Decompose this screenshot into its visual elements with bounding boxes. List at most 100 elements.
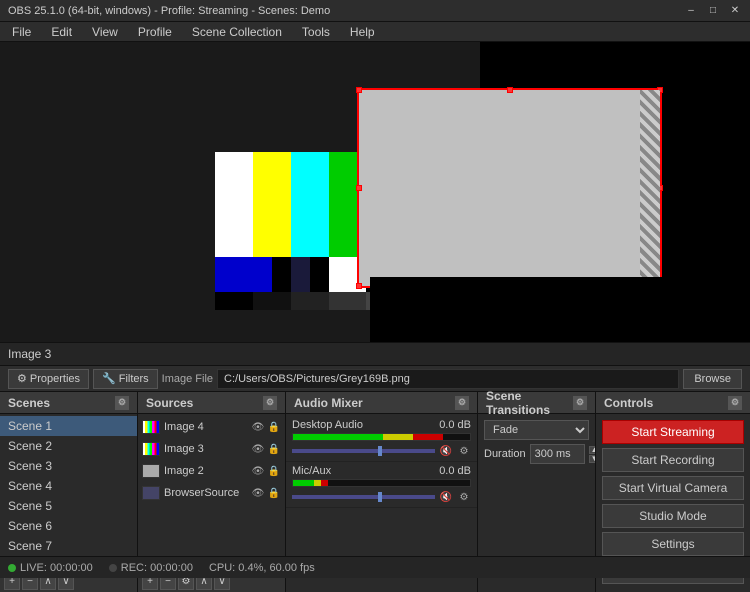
scene-item-3[interactable]: Scene 3 <box>0 456 137 476</box>
control-studio-mode[interactable]: Studio Mode <box>602 504 744 528</box>
image-file-label: Image File <box>162 373 213 385</box>
properties-button[interactable]: ⚙ Properties <box>8 369 89 389</box>
filters-button[interactable]: 🔧 Filters <box>93 369 158 389</box>
mic-settings-button[interactable]: ⚙ <box>457 490 471 504</box>
scenes-config-icon[interactable]: ⚙ <box>115 396 129 410</box>
browse-button[interactable]: Browse <box>683 369 742 389</box>
mic-slider-thumb <box>378 492 382 502</box>
rec-status: REC: 00:00:00 <box>109 562 193 574</box>
rec-timer: REC: 00:00:00 <box>121 562 193 574</box>
control-start-recording[interactable]: Start Recording <box>602 448 744 472</box>
bottom-bar-1 <box>215 257 272 292</box>
source-item-1[interactable]: Image 4👁🔒 <box>138 416 285 438</box>
title-bar: OBS 25.1.0 (64-bit, windows) - Profile: … <box>0 0 750 22</box>
desktop-slider-thumb <box>378 446 382 456</box>
menu-help[interactable]: Help <box>342 22 383 42</box>
menu-view[interactable]: View <box>84 22 126 42</box>
desktop-settings-button[interactable]: ⚙ <box>457 444 471 458</box>
sources-panel-header: Sources ⚙ <box>138 392 285 414</box>
preview-area <box>0 42 750 342</box>
bottom-bar-3 <box>291 257 310 292</box>
desktop-audio-fill <box>293 434 443 440</box>
transition-type-select[interactable]: Fade Cut Swipe Slide <box>484 420 589 440</box>
source-visibility-2[interactable]: 👁 <box>251 442 265 456</box>
duration-row: Duration ▲ ▼ <box>484 444 589 464</box>
handle-tr[interactable] <box>657 87 663 93</box>
mic-volume-slider[interactable] <box>292 495 435 499</box>
source-lock-1[interactable]: 🔒 <box>267 420 281 434</box>
handle-tl[interactable] <box>356 87 362 93</box>
source-thumb-4 <box>142 486 160 500</box>
cpu-status: CPU: 0.4%, 60.00 fps <box>209 562 315 574</box>
rec-indicator <box>109 564 117 572</box>
controls-config-icon[interactable]: ⚙ <box>728 396 742 410</box>
source-lock-3[interactable]: 🔒 <box>267 464 281 478</box>
source-item-4[interactable]: BrowserSource👁🔒 <box>138 482 285 504</box>
audio-track-desktop: Desktop Audio 0.0 dB 🔇 ⚙ <box>286 416 477 462</box>
scene-item-7[interactable]: Scene 7 <box>0 536 137 556</box>
handle-mr[interactable] <box>657 185 663 191</box>
preview-black-area <box>370 277 750 342</box>
source-name-3: Image 2 <box>164 465 204 477</box>
desktop-mute-button[interactable]: 🔇 <box>439 444 453 458</box>
cpu-label: CPU: 0.4%, 60.00 fps <box>209 562 315 574</box>
duration-down-button[interactable]: ▼ <box>589 455 595 463</box>
mic-audio-label: Mic/Aux <box>292 465 331 477</box>
source-lock-4[interactable]: 🔒 <box>267 486 281 500</box>
mic-audio-db: 0.0 dB <box>439 465 471 477</box>
maximize-button[interactable]: □ <box>706 4 720 18</box>
window-controls: – □ ✕ <box>684 4 742 18</box>
duration-spinners: ▲ ▼ <box>589 446 595 463</box>
scene-item-1[interactable]: Scene 1 <box>0 416 137 436</box>
handle-bl[interactable] <box>356 283 362 289</box>
transitions-panel-header: Scene Transitions ⚙ <box>478 392 595 414</box>
bottom-bar-2 <box>272 257 291 292</box>
menu-edit[interactable]: Edit <box>43 22 80 42</box>
bar-white <box>215 152 253 257</box>
handle-tc[interactable] <box>507 87 513 93</box>
desktop-audio-meter <box>292 433 471 441</box>
mic-audio-fill <box>293 480 328 486</box>
source-thumb-3 <box>142 464 160 478</box>
live-timer: LIVE: 00:00:00 <box>20 562 93 574</box>
grey-image-overlay <box>357 88 662 288</box>
desktop-audio-db: 0.0 dB <box>439 419 471 431</box>
audio-config-icon[interactable]: ⚙ <box>455 396 469 410</box>
live-indicator <box>8 564 16 572</box>
control-start-virtual-camera[interactable]: Start Virtual Camera <box>602 476 744 500</box>
source-visibility-3[interactable]: 👁 <box>251 464 265 478</box>
transitions-label: Scene Transitions <box>486 389 573 417</box>
bottom-bar-4 <box>310 257 329 292</box>
desktop-volume-slider[interactable] <box>292 449 435 453</box>
menu-tools[interactable]: Tools <box>294 22 338 42</box>
window-title: OBS 25.1.0 (64-bit, windows) - Profile: … <box>8 5 684 17</box>
source-lock-2[interactable]: 🔒 <box>267 442 281 456</box>
source-visibility-1[interactable]: 👁 <box>251 420 265 434</box>
scene-item-4[interactable]: Scene 4 <box>0 476 137 496</box>
duration-up-button[interactable]: ▲ <box>589 446 595 454</box>
duration-input[interactable] <box>530 444 585 464</box>
scene-item-5[interactable]: Scene 5 <box>0 496 137 516</box>
menu-file[interactable]: File <box>4 22 39 42</box>
close-button[interactable]: ✕ <box>728 4 742 18</box>
menu-profile[interactable]: Profile <box>130 22 180 42</box>
scenes-label: Scenes <box>8 396 50 410</box>
sources-config-icon[interactable]: ⚙ <box>263 396 277 410</box>
handle-ml[interactable] <box>356 185 362 191</box>
transitions-config-icon[interactable]: ⚙ <box>573 396 587 410</box>
scene-item-2[interactable]: Scene 2 <box>0 436 137 456</box>
minimize-button[interactable]: – <box>684 4 698 18</box>
control-settings[interactable]: Settings <box>602 532 744 556</box>
source-item-2[interactable]: Image 3👁🔒 <box>138 438 285 460</box>
menu-bar: File Edit View Profile Scene Collection … <box>0 22 750 42</box>
audio-header-icons: ⚙ <box>455 396 469 410</box>
source-visibility-4[interactable]: 👁 <box>251 486 265 500</box>
preview-label-bar: Image 3 <box>0 342 750 366</box>
scene-item-6[interactable]: Scene 6 <box>0 516 137 536</box>
mic-mute-button[interactable]: 🔇 <box>439 490 453 504</box>
control-start-streaming[interactable]: Start Streaming <box>602 420 744 444</box>
source-item-3[interactable]: Image 2 👁🔒 <box>138 460 285 482</box>
menu-scene-collection[interactable]: Scene Collection <box>184 22 290 42</box>
image-path: C:/Users/OBS/Pictures/Grey169B.png <box>217 369 679 389</box>
scenes-list: Scene 1Scene 2Scene 3Scene 4Scene 5Scene… <box>0 414 137 570</box>
